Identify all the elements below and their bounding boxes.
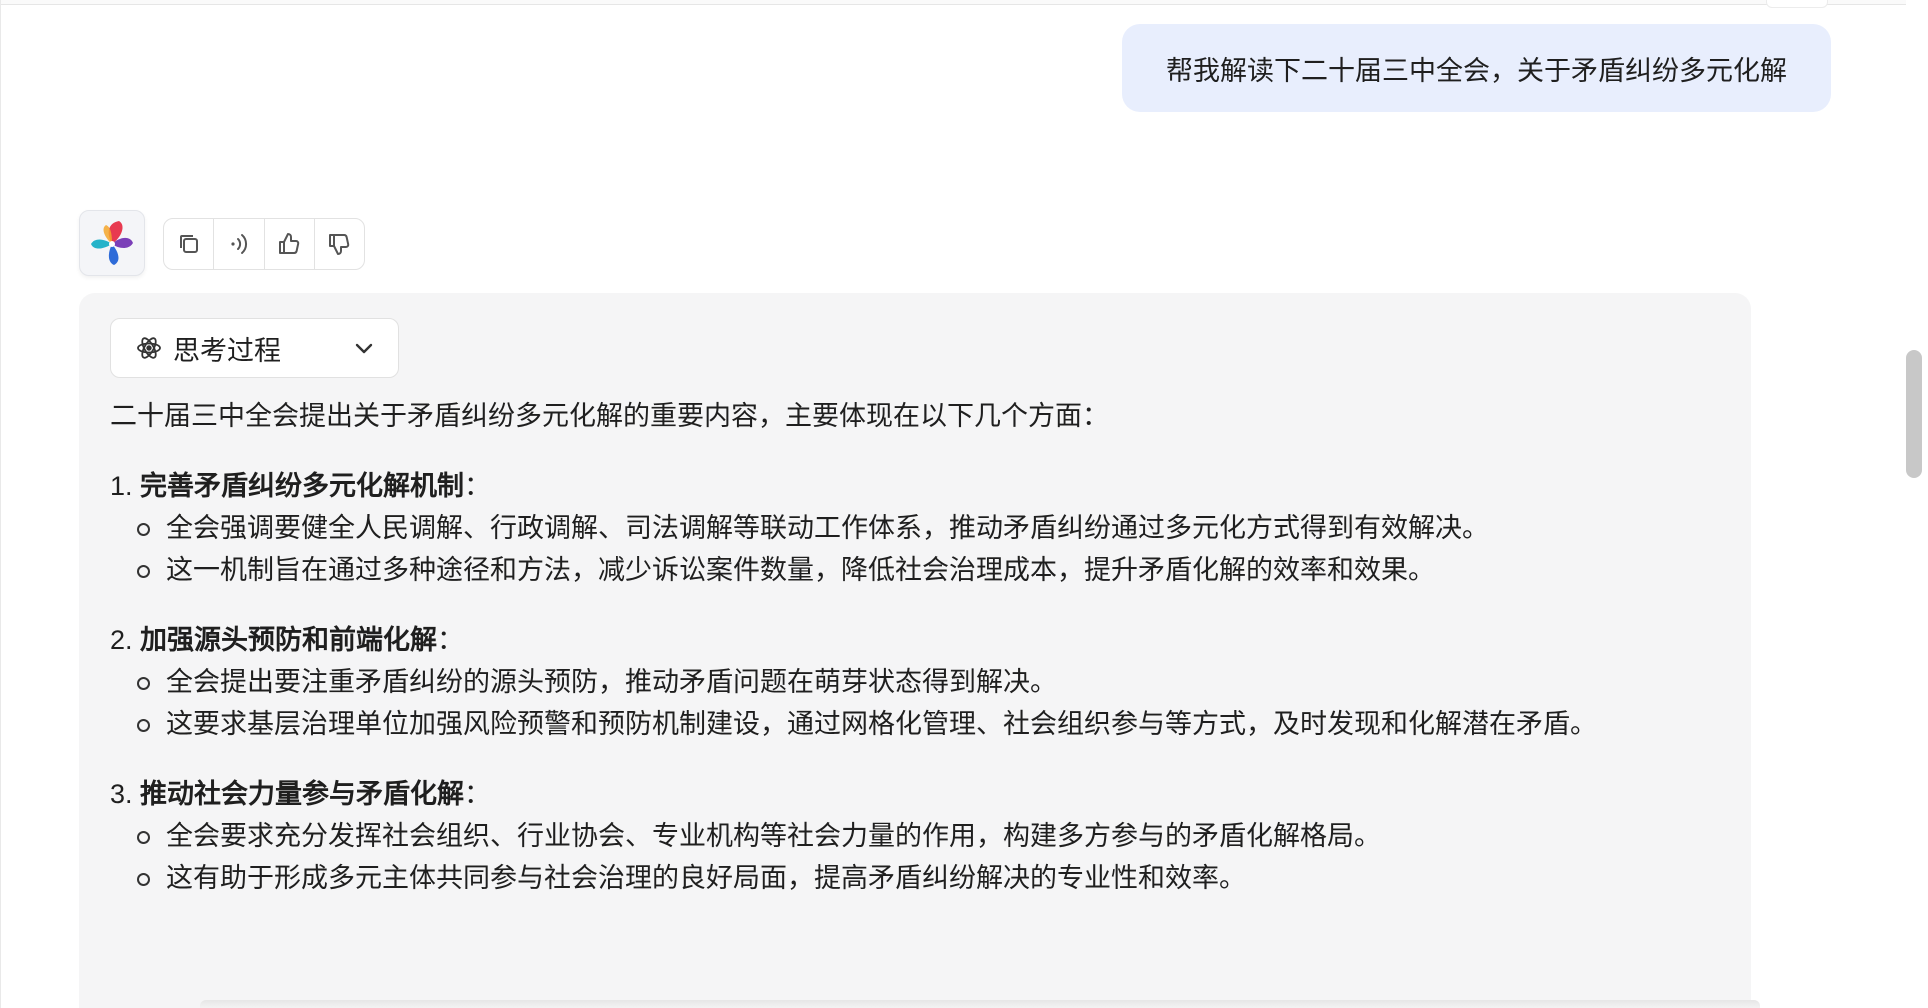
list-item: 全会强调要健全人民调解、行政调解、司法调解等联动工作体系，推动矛盾纠纷通过多元化… (110, 507, 1730, 549)
section-bullet-list: 全会要求充分发挥社会组织、行业协会、专业机构等社会力量的作用，构建多方参与的矛盾… (110, 815, 1730, 899)
list-item: 这要求基层治理单位加强风险预警和预防机制建设，通过网格化管理、社会组织参与等方式… (110, 703, 1730, 745)
user-message-bubble: 帮我解读下二十届三中全会，关于矛盾纠纷多元化解 (1122, 24, 1831, 112)
section-colon: ： (464, 779, 492, 809)
copy-button[interactable] (164, 219, 215, 269)
scrollbar-track[interactable] (1906, 0, 1928, 1008)
section-title: 加强源头预防和前端化解 (140, 625, 438, 655)
thumbs-up-icon (279, 233, 300, 254)
speaker-icon (231, 234, 247, 254)
thumbs-down-icon (329, 234, 350, 255)
copy-icon (179, 235, 198, 253)
section-heading: 2. 加强源头预防和前端化解： (110, 619, 1730, 661)
user-message-text: 帮我解读下二十届三中全会，关于矛盾纠纷多元化解 (1166, 55, 1787, 86)
window-left-edge (0, 0, 1, 1008)
dislike-button[interactable] (315, 219, 364, 269)
section-title: 完善矛盾纠纷多元化解机制 (140, 471, 465, 501)
section-heading: 3. 推动社会力量参与矛盾化解： (110, 773, 1730, 815)
list-item: 这有助于形成多元主体共同参与社会治理的良好局面，提高矛盾纠纷解决的专业性和效率。 (110, 857, 1730, 899)
section-colon: ： (464, 471, 492, 501)
section-heading: 1. 完善矛盾纠纷多元化解机制： (110, 465, 1730, 507)
top-toolbar-chip[interactable] (1766, 0, 1828, 8)
chevron-down-icon (355, 343, 373, 354)
message-action-bar (163, 218, 365, 270)
section-number: 2. (110, 625, 141, 655)
list-item: 全会提出要注重矛盾纠纷的源头预防，推动矛盾问题在萌芽状态得到解决。 (110, 661, 1730, 703)
like-button[interactable] (265, 219, 315, 269)
read-aloud-button[interactable] (214, 219, 265, 269)
section-title: 推动社会力量参与矛盾化解 (140, 779, 465, 809)
thinking-process-toggle[interactable]: 思考过程 (110, 318, 399, 378)
thinking-process-label: 思考过程 (173, 335, 281, 366)
scrollbar-thumb[interactable] (1906, 350, 1922, 478)
section-number: 1. (110, 471, 141, 501)
atom-icon (137, 337, 161, 359)
answer-content: 二十届三中全会提出关于矛盾纠纷多元化解的重要内容，主要体现在以下几个方面： 1.… (110, 395, 1730, 927)
section-colon: ： (437, 625, 465, 655)
input-area-edge (200, 1000, 1760, 1008)
window-top-edge (0, 0, 1928, 5)
section-bullet-list: 全会提出要注重矛盾纠纷的源头预防，推动矛盾问题在萌芽状态得到解决。 这要求基层治… (110, 661, 1730, 745)
assistant-logo-icon (91, 221, 133, 265)
section-number: 3. (110, 779, 141, 809)
assistant-avatar (79, 210, 145, 276)
list-item: 这一机制旨在通过多种途径和方法，减少诉讼案件数量，降低社会治理成本，提升矛盾化解… (110, 549, 1730, 591)
section-bullet-list: 全会强调要健全人民调解、行政调解、司法调解等联动工作体系，推动矛盾纠纷通过多元化… (110, 507, 1730, 591)
answer-intro: 二十届三中全会提出关于矛盾纠纷多元化解的重要内容，主要体现在以下几个方面： (110, 401, 1109, 431)
list-item: 全会要求充分发挥社会组织、行业协会、专业机构等社会力量的作用，构建多方参与的矛盾… (110, 815, 1730, 857)
